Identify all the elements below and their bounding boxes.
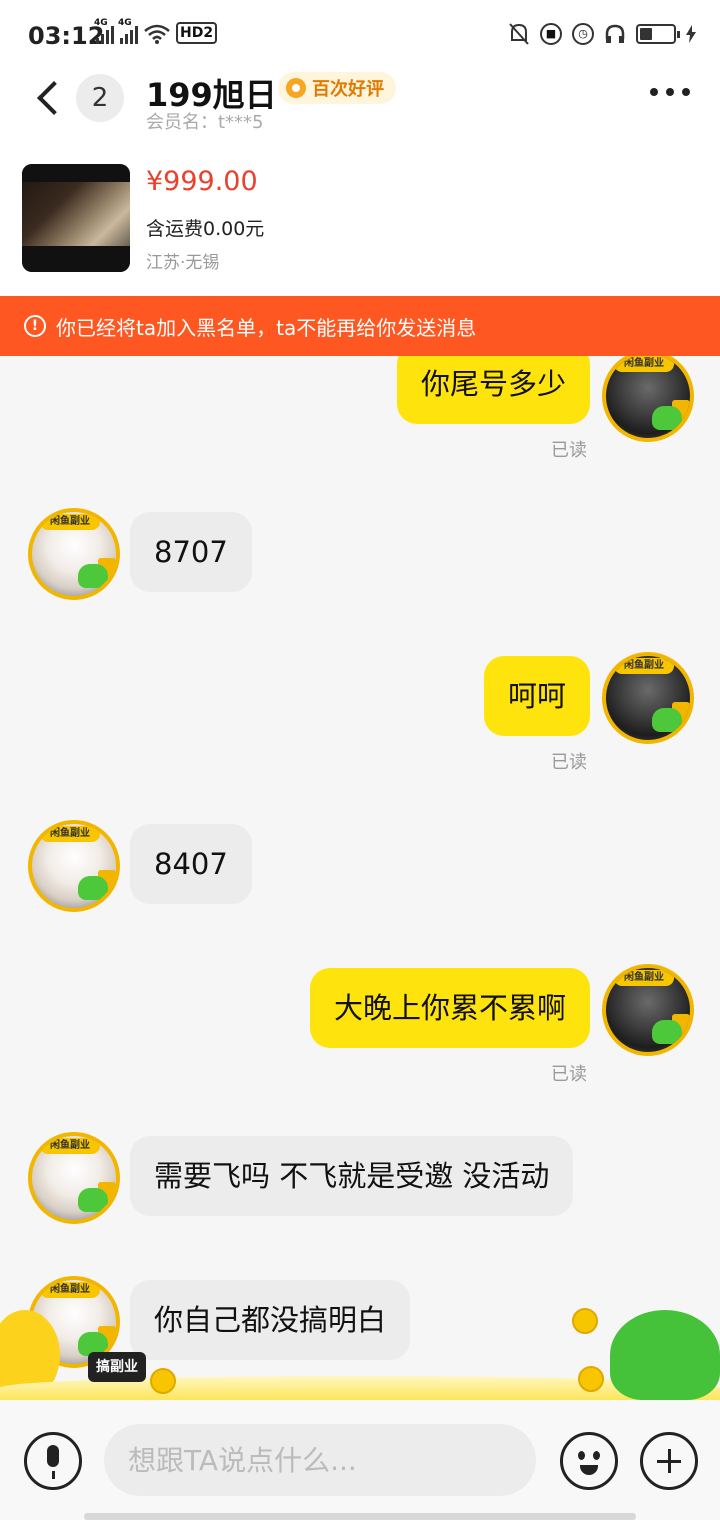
review-badge-label: 百次好评 (312, 79, 384, 100)
network-label: 4G (94, 18, 108, 28)
banner-text: 你已经将ta加入黑名单，ta不能再给你发送消息 (56, 315, 477, 340)
home-indicator[interactable] (84, 1513, 636, 1520)
wifi-icon (144, 24, 170, 44)
contact-avatar[interactable]: 闲鱼副业 (28, 508, 120, 600)
alarm-icon: ◷ (572, 23, 594, 45)
microphone-icon[interactable] (24, 1432, 82, 1490)
chevron-left-icon[interactable] (34, 78, 64, 118)
avatar-tag: 闲鱼副业 (40, 1282, 100, 1298)
blacklist-banner: ! 你已经将ta加入黑名单，ta不能再给你发送消息 (0, 296, 720, 356)
message-bubble-in[interactable]: 8407 (130, 824, 252, 904)
message-bubble-in[interactable]: 你自己都没搞明白 (130, 1280, 411, 1360)
avatar-tag: 闲鱼副业 (40, 826, 100, 842)
avatar-tag: 闲鱼副业 (614, 356, 674, 372)
shipping-fee: 含运费0.00元 (146, 218, 265, 240)
product-price: ¥999.00 (146, 166, 258, 197)
review-badge[interactable]: 百次好评 (278, 72, 396, 104)
chat-messages[interactable]: 闲鱼副业 你尾号多少 已读 闲鱼副业 8707 闲鱼副业 呵呵 已读 闲鱼副业 … (0, 356, 720, 1400)
chat-header: 2 199旭日 百次好评 会员名：t***5 (0, 70, 720, 152)
input-bar (0, 1400, 720, 1520)
product-location: 江苏·无锡 (146, 253, 220, 273)
read-status: 已读 (551, 440, 587, 461)
emoji-icon[interactable] (560, 1432, 618, 1490)
more-dots-icon[interactable] (650, 88, 690, 96)
charging-icon (686, 25, 696, 43)
avatar-tag: 闲鱼副业 (40, 514, 100, 530)
bell-off-icon (509, 23, 529, 45)
avatar-tag: 闲鱼副业 (614, 970, 674, 986)
product-thumbnail[interactable] (22, 164, 130, 272)
my-avatar[interactable]: 闲鱼副业 (602, 652, 694, 744)
message-bubble-out[interactable]: 你尾号多少 (396, 356, 590, 424)
status-time: 03:12 (28, 22, 105, 50)
status-left-icons: 4G 4G HD2 (94, 18, 218, 44)
my-avatar[interactable]: 闲鱼副业 (602, 964, 694, 1056)
avatar-tag: 闲鱼副业 (614, 658, 674, 674)
network-label: 4G (118, 18, 132, 28)
my-avatar[interactable]: 闲鱼副业 (602, 356, 694, 442)
avatar-tag: 闲鱼副业 (40, 1138, 100, 1154)
message-input[interactable] (104, 1424, 536, 1496)
status-right-icons: ■ ◷ (508, 22, 696, 46)
plus-icon[interactable] (640, 1432, 698, 1490)
hd-icon: HD2 (176, 22, 218, 44)
read-status: 已读 (551, 752, 587, 773)
read-status: 已读 (551, 1064, 587, 1085)
signal-icon: 4G (94, 18, 114, 44)
battery-icon (636, 24, 680, 44)
lock-rotation-icon: ■ (540, 23, 562, 45)
message-bubble-out[interactable]: 呵呵 (483, 656, 590, 736)
message-bubble-in[interactable]: 8707 (130, 512, 252, 592)
contact-avatar[interactable]: 闲鱼副业 (28, 1132, 120, 1224)
contact-avatar[interactable]: 闲鱼副业 (28, 820, 120, 912)
contact-avatar[interactable]: 闲鱼副业 (28, 1276, 120, 1368)
headphones-icon (605, 24, 625, 43)
message-bubble-out[interactable]: 大晚上你累不累啊 (309, 968, 590, 1048)
warning-icon: ! (24, 315, 46, 337)
message-bubble-in[interactable]: 需要飞吗 不飞就是受邀 没活动 (130, 1136, 574, 1216)
status-bar: 03:12 4G 4G HD2 ■ ◷ (0, 0, 720, 70)
member-name: 会员名：t***5 (146, 112, 264, 133)
signal-icon: 4G (118, 18, 138, 44)
unread-count-badge[interactable]: 2 (76, 74, 124, 122)
medal-icon (286, 78, 306, 98)
product-card[interactable]: ¥999.00 含运费0.00元 江苏·无锡 (0, 152, 720, 296)
